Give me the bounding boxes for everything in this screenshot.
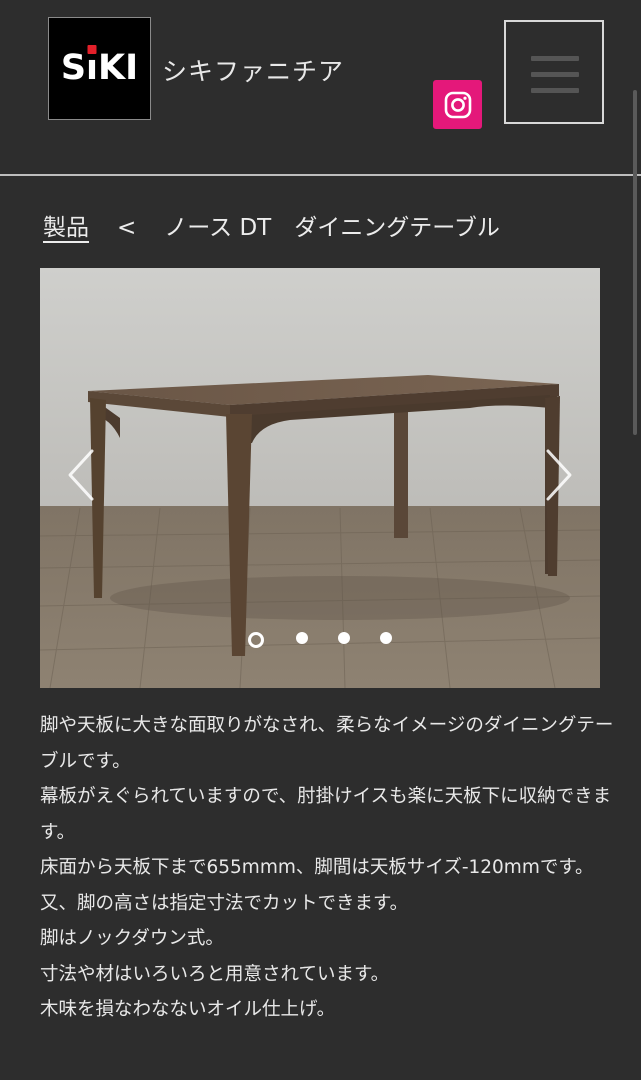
hamburger-menu-button[interactable] [504, 20, 604, 124]
description-line: 又、脚の高さは指定寸法でカットできます。 [40, 892, 409, 914]
instagram-button[interactable] [433, 80, 482, 129]
description-line: 寸法や材はいろいろと用意されています。 [40, 963, 390, 985]
logo-wordmark: Sı KI [61, 45, 138, 86]
product-description: 脚や天板に大きな面取りがなされ、柔らなイメージのダイニングテーブルです。 幕板が… [40, 708, 615, 1028]
product-photo [40, 268, 600, 688]
logo-red-dot [87, 45, 97, 54]
description-line: 床面から天板下まで655mmm、脚間は天板サイズ-120mmです。 [40, 857, 594, 878]
menu-bar-middle [531, 72, 579, 77]
description-line: 脚や天板に大きな面取りがなされ、柔らなイメージのダイニングテーブルです。 [40, 715, 614, 772]
breadcrumb-separator: < [117, 215, 137, 241]
instagram-icon [444, 91, 471, 118]
carousel-dot-3[interactable] [338, 632, 350, 644]
carousel-dot-1[interactable] [248, 632, 264, 648]
carousel-dot-2[interactable] [296, 632, 308, 644]
description-line: 脚はノックダウン式。 [40, 928, 224, 949]
breadcrumb-current: ノース DT ダイニングテーブル [164, 215, 500, 241]
scrollbar-thumb[interactable] [633, 90, 637, 435]
breadcrumb-products-link[interactable]: 製品 [43, 215, 89, 241]
carousel-prev-button[interactable] [62, 443, 106, 507]
page: Sı KI シキファニチア 製品 < ノース DT ダイニングテーブル 脚や天板… [0, 0, 641, 1080]
carousel-next-button[interactable] [534, 443, 578, 507]
site-header: Sı KI シキファニチア [0, 0, 641, 176]
menu-bar-bottom [531, 88, 579, 93]
brand-name[interactable]: シキファニチア [162, 52, 344, 88]
product-image-carousel[interactable] [40, 268, 600, 688]
menu-bar-top [531, 56, 579, 61]
site-logo[interactable]: Sı KI [48, 17, 151, 120]
breadcrumb: 製品 < ノース DT ダイニングテーブル [43, 208, 500, 248]
chevron-left-icon [68, 449, 94, 501]
description-line: 幕板がえぐられていますので、肘掛けイスも楽に天板下に収納できます。 [40, 786, 612, 843]
chevron-right-icon [546, 449, 572, 501]
description-line: 木味を損なわなないオイル仕上げ。 [40, 999, 336, 1020]
carousel-pagination [40, 630, 600, 650]
carousel-dot-4[interactable] [380, 632, 392, 644]
